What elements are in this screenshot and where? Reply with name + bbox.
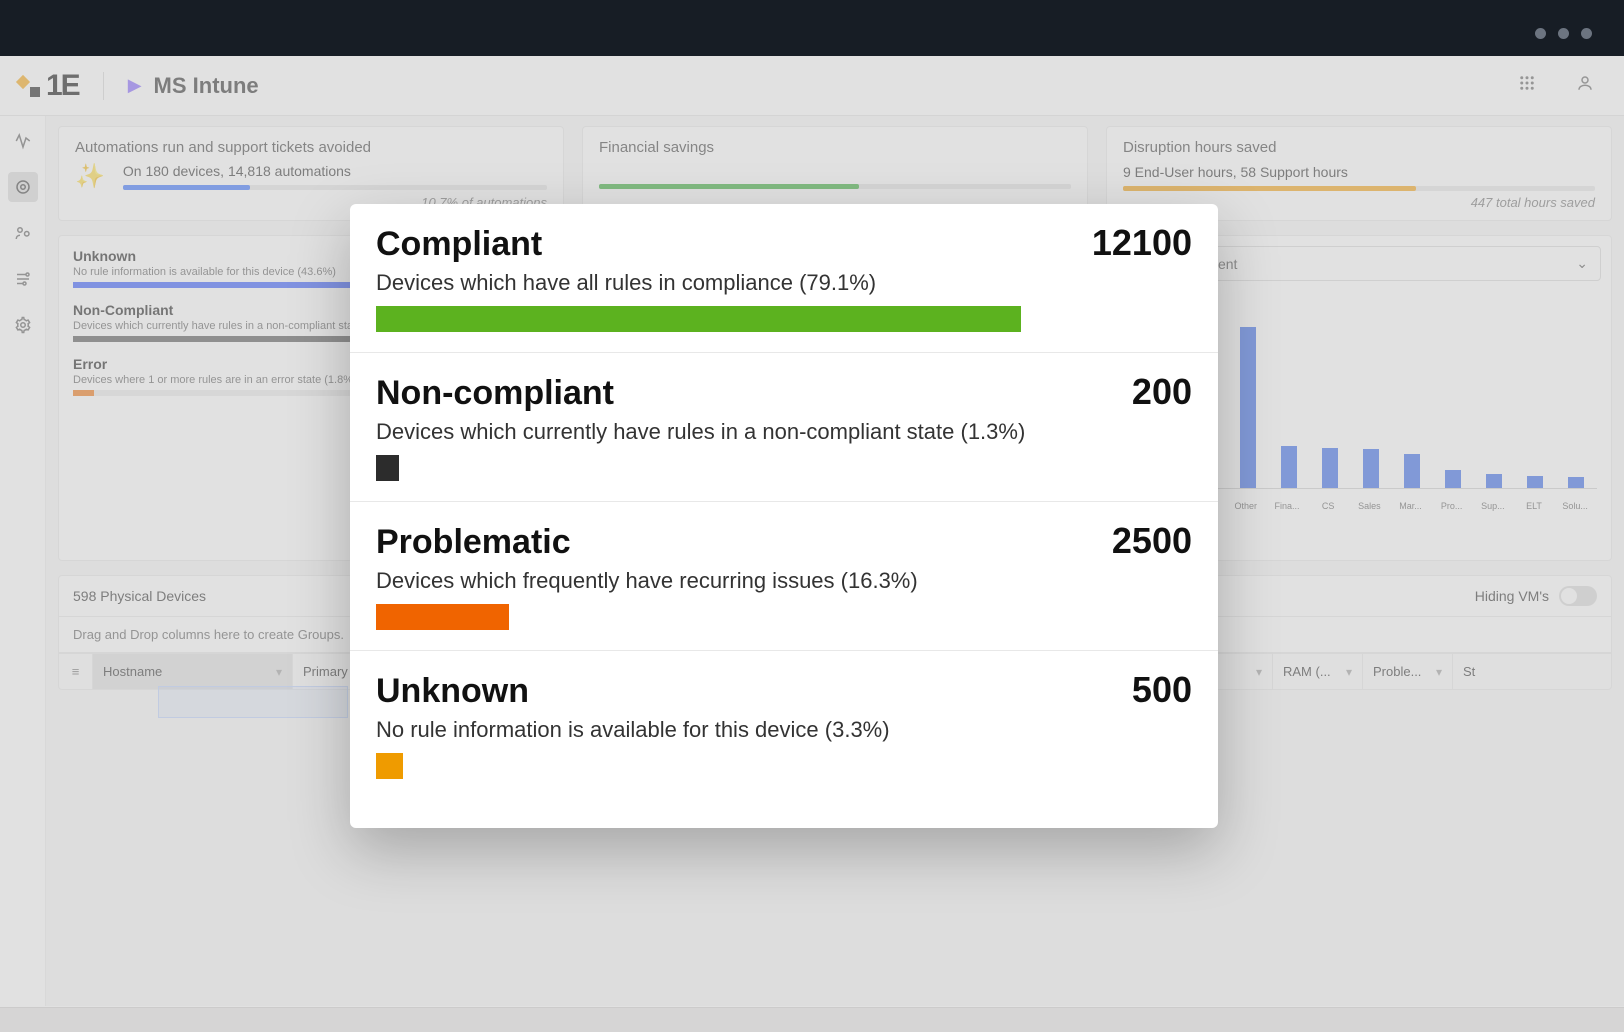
- popover-value: 500: [1132, 669, 1192, 711]
- col-hostname[interactable]: Hostname▾: [93, 654, 293, 689]
- compliance-popover: Compliant 12100 Devices which have all r…: [350, 204, 1218, 828]
- card-title: Automations run and support tickets avoi…: [75, 139, 547, 156]
- automations-line: On 180 devices, 14,818 automations: [123, 163, 547, 179]
- department-chart: Engi...OtherFina...CSSalesMar...Pro...Su…: [1151, 287, 1601, 515]
- col-ram[interactable]: RAM (...▾: [1273, 654, 1363, 689]
- card-title: Disruption hours saved: [1123, 139, 1595, 156]
- popover-desc: Devices which have all rules in complian…: [376, 270, 1192, 296]
- hostname-filter-ghost[interactable]: [158, 686, 348, 718]
- bar[interactable]: [1322, 448, 1338, 488]
- popover-bar: [376, 306, 1192, 332]
- bar[interactable]: [1568, 477, 1584, 488]
- window-dot: [1581, 28, 1592, 39]
- disruption-bar: [1123, 186, 1595, 191]
- chevron-down-icon: ⌄: [1576, 255, 1588, 272]
- topbar: 1E ▶ MS Intune: [0, 56, 1624, 116]
- brand-logo[interactable]: 1E: [18, 69, 79, 103]
- popover-title: Unknown: [376, 672, 529, 711]
- popover-title: Compliant: [376, 225, 542, 264]
- x-tick: CS: [1313, 501, 1343, 511]
- x-tick: Fina...: [1272, 501, 1302, 511]
- bar[interactable]: [1240, 327, 1256, 488]
- nav-settings-icon[interactable]: [8, 310, 38, 340]
- x-tick: Sales: [1354, 501, 1384, 511]
- popover-bar: [376, 604, 1192, 630]
- hide-vm-toggle[interactable]: [1559, 586, 1597, 606]
- logo-shape: [30, 87, 40, 97]
- popover-value: 2500: [1112, 520, 1192, 562]
- bar[interactable]: [1486, 474, 1502, 488]
- filter-icon[interactable]: ▾: [1256, 665, 1262, 679]
- bar[interactable]: [1445, 470, 1461, 488]
- nav-activity-icon[interactable]: [8, 126, 38, 156]
- apps-grid-icon[interactable]: [1518, 74, 1536, 97]
- popover-desc: Devices which frequently have recurring …: [376, 568, 1192, 594]
- bar[interactable]: [1281, 446, 1297, 488]
- col-problem[interactable]: Proble...▾: [1363, 654, 1453, 689]
- popover-title: Non-compliant: [376, 374, 614, 413]
- user-icon[interactable]: [1576, 74, 1594, 97]
- popover-desc: Devices which currently have rules in a …: [376, 419, 1192, 445]
- x-tick: Pro...: [1437, 501, 1467, 511]
- row-menu-icon[interactable]: ≡: [59, 654, 93, 689]
- x-tick: Solu...: [1560, 501, 1590, 511]
- nav-sliders-icon[interactable]: [8, 264, 38, 294]
- page-title: MS Intune: [154, 73, 259, 99]
- disruption-line: 9 End-User hours, 58 Support hours: [1123, 164, 1595, 180]
- bar[interactable]: [1404, 454, 1420, 488]
- filter-icon[interactable]: ▾: [1436, 665, 1442, 679]
- popover-value: 200: [1132, 371, 1192, 413]
- wand-icon: ✨: [75, 162, 105, 191]
- popover-bar: [376, 455, 1192, 481]
- device-count: 598 Physical Devices: [73, 588, 206, 604]
- col-st[interactable]: St: [1453, 654, 1503, 689]
- play-icon: ▶: [128, 75, 142, 96]
- bar[interactable]: [1527, 476, 1543, 488]
- bar[interactable]: [1363, 449, 1379, 488]
- popover-title: Problematic: [376, 523, 571, 562]
- left-nav: [0, 116, 46, 1006]
- brand-text: 1E: [46, 69, 79, 103]
- card-title: Financial savings: [599, 139, 1071, 156]
- popover-desc: No rule information is available for thi…: [376, 717, 1192, 743]
- window-dots: [1535, 28, 1592, 39]
- popover-row[interactable]: Unknown 500 No rule information is avail…: [350, 651, 1218, 799]
- x-tick: Mar...: [1395, 501, 1425, 511]
- popover-row[interactable]: Compliant 12100 Devices which have all r…: [350, 204, 1218, 353]
- window-titlebar: [0, 0, 1624, 56]
- x-tick: ELT: [1519, 501, 1549, 511]
- filter-icon[interactable]: ▾: [1346, 665, 1352, 679]
- nav-people-icon[interactable]: [8, 218, 38, 248]
- filter-icon[interactable]: ▾: [276, 665, 282, 679]
- financial-bar: [599, 184, 1071, 189]
- logo-shape: [16, 74, 30, 88]
- x-tick: Other: [1231, 501, 1261, 511]
- automations-bar: [123, 185, 547, 190]
- popover-row[interactable]: Non-compliant 200 Devices which currentl…: [350, 353, 1218, 502]
- window-dot: [1558, 28, 1569, 39]
- hide-vm-label: Hiding VM's: [1475, 588, 1549, 604]
- department-select[interactable]: Department ⌄: [1151, 246, 1601, 281]
- nav-target-icon[interactable]: [8, 172, 38, 202]
- popover-value: 12100: [1092, 222, 1192, 264]
- x-tick: Sup...: [1478, 501, 1508, 511]
- window-dot: [1535, 28, 1546, 39]
- popover-bar: [376, 753, 1192, 779]
- divider: [103, 72, 104, 100]
- popover-row[interactable]: Problematic 2500 Devices which frequentl…: [350, 502, 1218, 651]
